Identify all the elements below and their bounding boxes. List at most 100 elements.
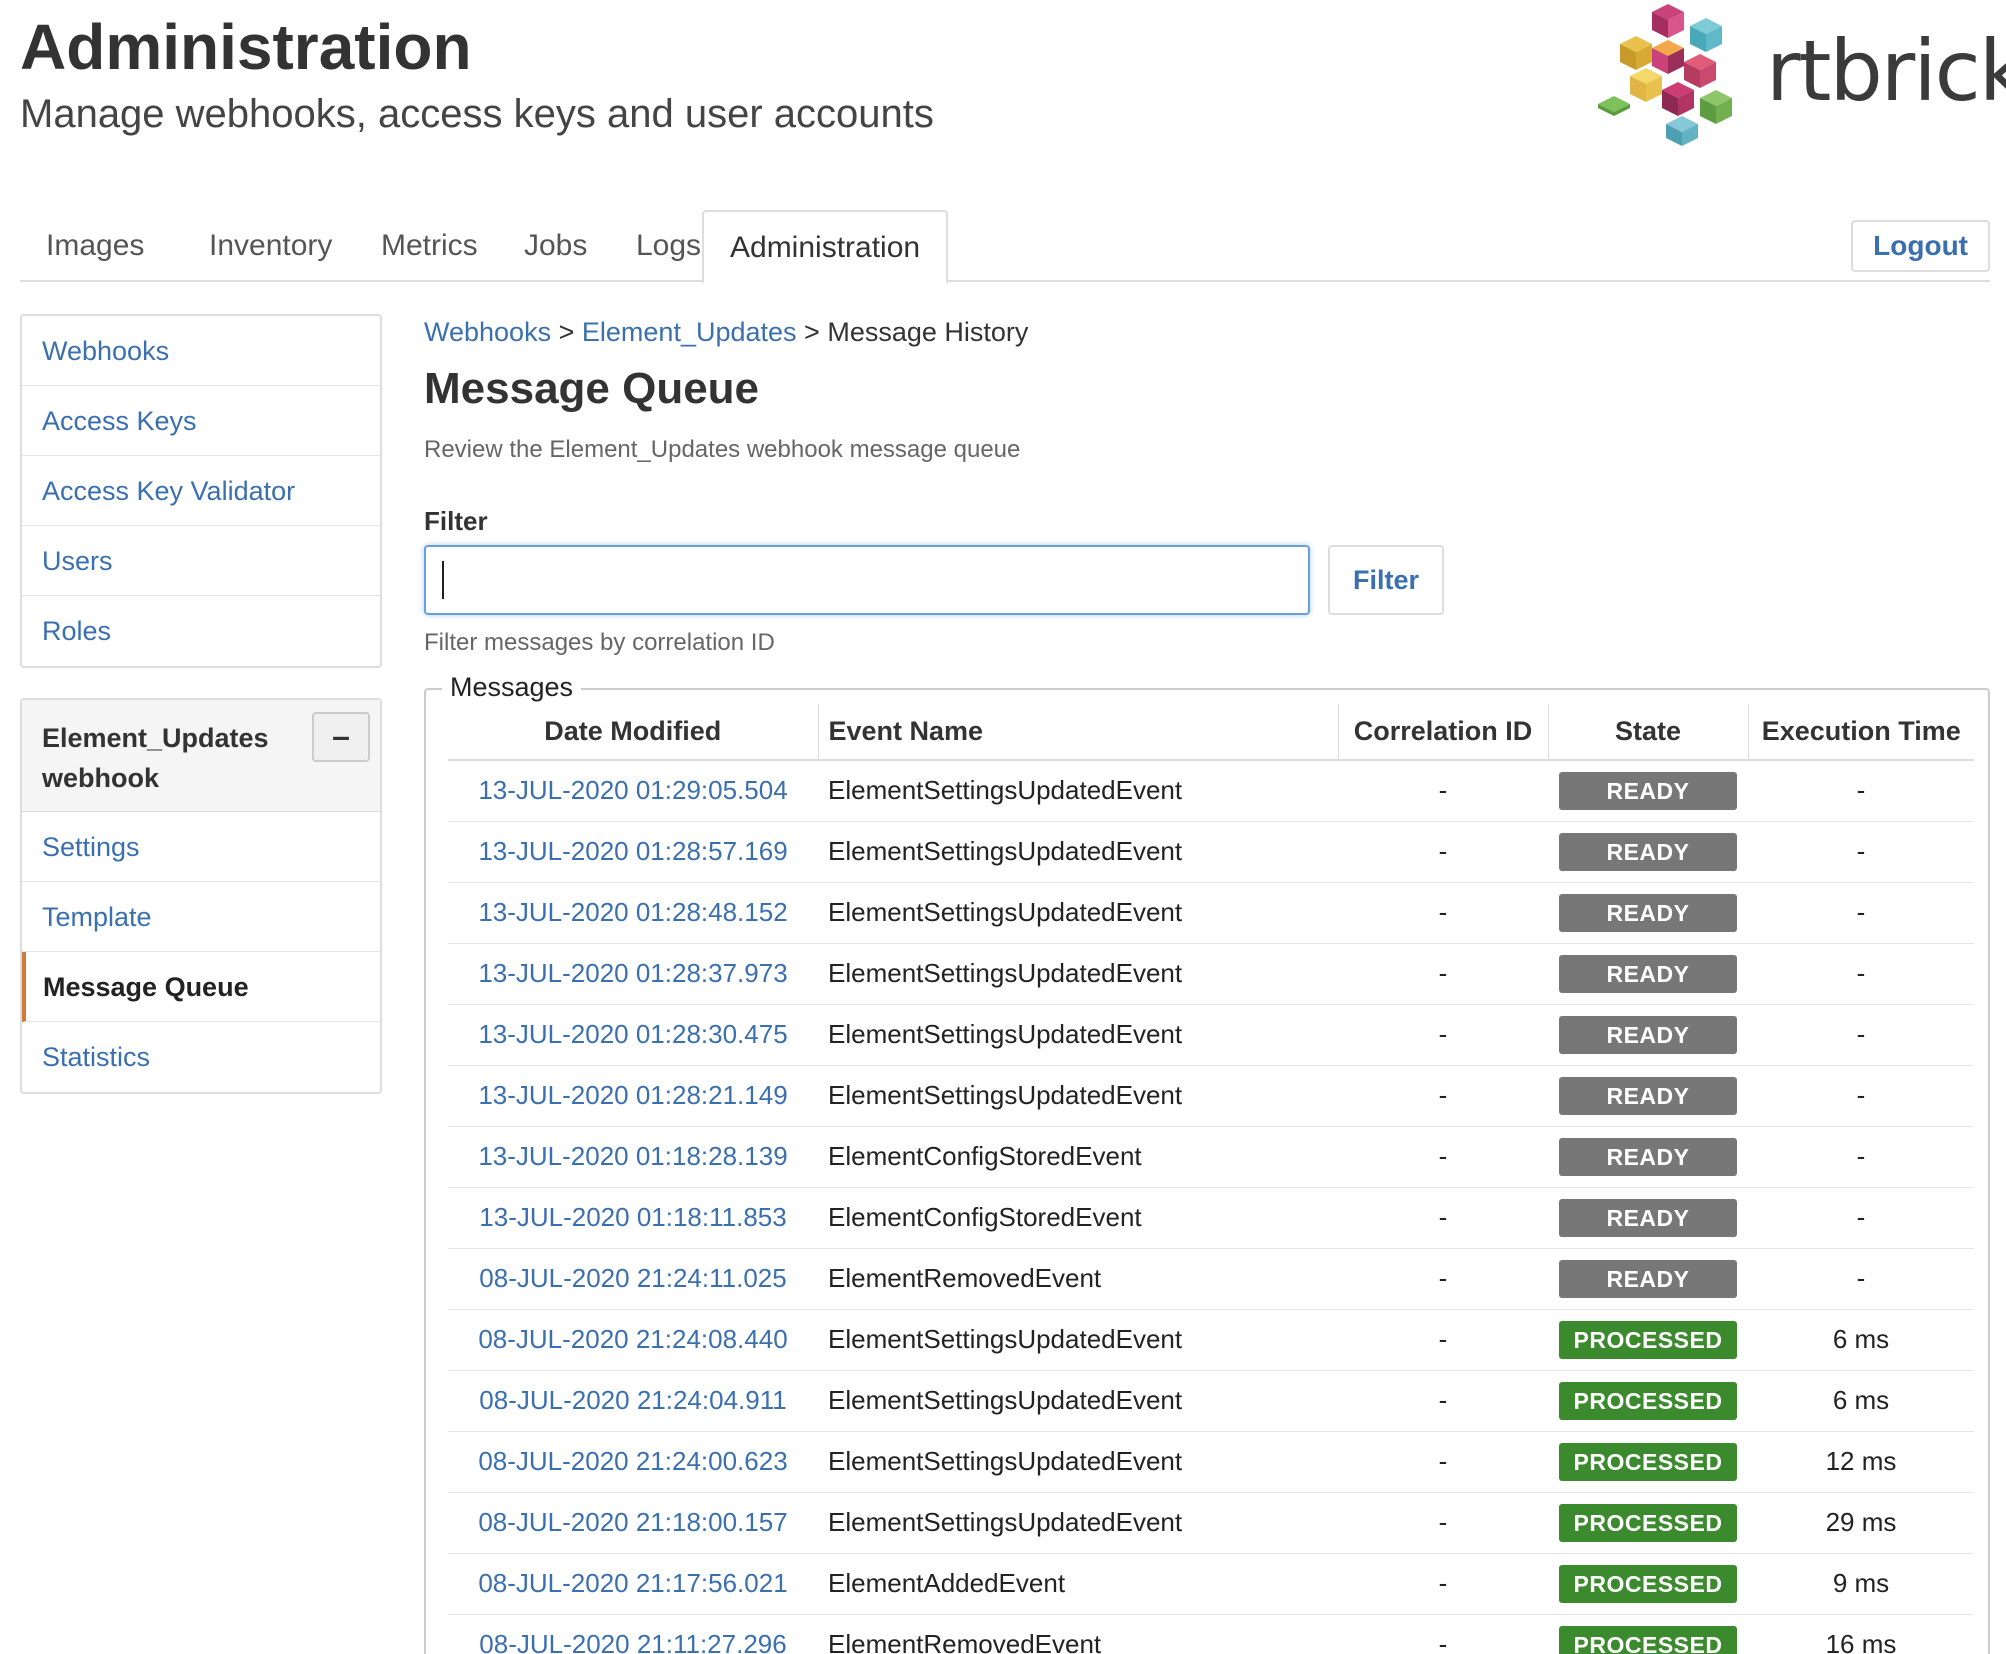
message-execution-time: - <box>1748 1187 1974 1249</box>
message-event-name: ElementConfigStoredEvent <box>818 1187 1338 1249</box>
page-description: Review the Element_Updates webhook messa… <box>424 436 1021 463</box>
column-header-state: State <box>1547 704 1748 761</box>
message-execution-time: - <box>1748 1248 1974 1310</box>
sidebar-item-message-queue[interactable]: Message Queue <box>22 952 380 1022</box>
state-badge: READY <box>1559 1015 1737 1054</box>
sidebar-item-users[interactable]: Users <box>22 526 380 596</box>
tab-administration[interactable]: Administration <box>702 210 949 284</box>
table-row: 08-JUL-2020 21:11:27.296 ElementRemovedEv… <box>448 1614 1974 1654</box>
message-date-link[interactable]: 08-JUL-2020 21:17:56.021 <box>448 1553 818 1615</box>
tab-metrics[interactable]: Metrics <box>355 210 504 282</box>
state-badge: READY <box>1559 1198 1737 1237</box>
main-content: Webhooks > Element_Updates > Message His… <box>424 314 1990 657</box>
table-row: 13-JUL-2020 01:28:21.149 ElementSettingsU… <box>448 1065 1974 1127</box>
message-execution-time: 16 ms <box>1748 1614 1974 1654</box>
message-date-link[interactable]: 13-JUL-2020 01:28:37.973 <box>448 943 818 1005</box>
message-date-link[interactable]: 08-JUL-2020 21:24:11.025 <box>448 1248 818 1310</box>
message-event-name: ElementRemovedEvent <box>818 1614 1338 1654</box>
sidebar-item-settings[interactable]: Settings <box>22 812 380 882</box>
message-date-link[interactable]: 08-JUL-2020 21:11:27.296 <box>448 1614 818 1654</box>
messages-legend: Messages <box>442 672 582 703</box>
table-row: 08-JUL-2020 21:24:04.911 ElementSettingsU… <box>448 1370 1974 1432</box>
message-date-link[interactable]: 13-JUL-2020 01:18:11.853 <box>448 1187 818 1249</box>
table-row: 13-JUL-2020 01:18:11.853 ElementConfigSto… <box>448 1187 1974 1249</box>
table-row: 08-JUL-2020 21:24:00.623 ElementSettingsU… <box>448 1431 1974 1493</box>
table-row: 08-JUL-2020 21:24:11.025 ElementRemovedEv… <box>448 1248 1974 1310</box>
webhook-sidebar: Element_Updates webhook – Settings Templ… <box>20 698 382 1094</box>
text-cursor <box>442 561 444 599</box>
messages-table: Date Modified Event Name Correlation ID … <box>448 704 1974 1654</box>
message-state-cell: READY <box>1548 882 1748 944</box>
table-row: 13-JUL-2020 01:18:28.139 ElementConfigSto… <box>448 1126 1974 1188</box>
rtbrick-logo-text: rtbrick <box>1766 22 2006 120</box>
breadcrumb-current: Message History <box>827 317 1029 347</box>
message-correlation-id: - <box>1338 1187 1548 1249</box>
message-event-name: ElementSettingsUpdatedEvent <box>818 1492 1338 1554</box>
message-event-name: ElementSettingsUpdatedEvent <box>818 943 1338 1005</box>
message-date-link[interactable]: 13-JUL-2020 01:28:21.149 <box>448 1065 818 1127</box>
page-header-title: Administration <box>20 11 472 83</box>
message-state-cell: READY <box>1548 943 1748 1005</box>
message-execution-time: - <box>1748 1126 1974 1188</box>
filter-row: Filter <box>424 545 1990 615</box>
state-badge: PROCESSED <box>1559 1320 1737 1359</box>
sidebar-item-roles[interactable]: Roles <box>22 596 380 666</box>
table-row: 13-JUL-2020 01:28:48.152 ElementSettingsU… <box>448 882 1974 944</box>
message-execution-time: 6 ms <box>1748 1309 1974 1371</box>
sidebar-item-access-key-validator[interactable]: Access Key Validator <box>22 456 380 526</box>
column-header-event: Event Name <box>817 704 1338 761</box>
message-event-name: ElementSettingsUpdatedEvent <box>818 1004 1338 1066</box>
message-event-name: ElementRemovedEvent <box>818 1248 1338 1310</box>
message-date-link[interactable]: 08-JUL-2020 21:24:08.440 <box>448 1309 818 1371</box>
message-state-cell: PROCESSED <box>1548 1614 1748 1654</box>
sidebar-item-webhooks[interactable]: Webhooks <box>22 316 380 386</box>
sidebar-item-access-keys[interactable]: Access Keys <box>22 386 380 456</box>
tab-images[interactable]: Images <box>20 210 170 282</box>
message-event-name: ElementConfigStoredEvent <box>818 1126 1338 1188</box>
message-correlation-id: - <box>1338 882 1548 944</box>
message-date-link[interactable]: 08-JUL-2020 21:24:04.911 <box>448 1370 818 1432</box>
message-correlation-id: - <box>1338 1370 1548 1432</box>
admin-sidebar: Webhooks Access Keys Access Key Validato… <box>20 314 382 668</box>
tab-inventory[interactable]: Inventory <box>183 210 358 282</box>
state-badge: READY <box>1559 771 1737 810</box>
tab-jobs[interactable]: Jobs <box>498 210 613 282</box>
table-row: 08-JUL-2020 21:18:00.157 ElementSettingsU… <box>448 1492 1974 1554</box>
message-date-link[interactable]: 13-JUL-2020 01:28:57.169 <box>448 821 818 883</box>
rtbrick-logo-mark <box>1598 4 1732 146</box>
message-correlation-id: - <box>1338 943 1548 1005</box>
message-date-link[interactable]: 13-JUL-2020 01:29:05.504 <box>448 760 818 822</box>
table-row: 13-JUL-2020 01:29:05.504 ElementSettingsU… <box>448 760 1974 822</box>
message-state-cell: READY <box>1548 1187 1748 1249</box>
message-execution-time: 12 ms <box>1748 1431 1974 1493</box>
sidebar-item-template[interactable]: Template <box>22 882 380 952</box>
message-state-cell: READY <box>1548 1004 1748 1066</box>
logout-button[interactable]: Logout <box>1851 220 1990 272</box>
filter-input[interactable] <box>424 545 1310 615</box>
collapse-button[interactable]: – <box>312 712 370 762</box>
sidebar-item-statistics[interactable]: Statistics <box>22 1022 380 1092</box>
message-date-link[interactable]: 08-JUL-2020 21:24:00.623 <box>448 1431 818 1493</box>
message-state-cell: READY <box>1548 1126 1748 1188</box>
message-correlation-id: - <box>1338 1126 1548 1188</box>
page-title: Message Queue <box>424 364 760 413</box>
message-date-link[interactable]: 13-JUL-2020 01:28:30.475 <box>448 1004 818 1066</box>
message-date-link[interactable]: 13-JUL-2020 01:18:28.139 <box>448 1126 818 1188</box>
message-execution-time: - <box>1748 760 1974 822</box>
message-date-link[interactable]: 13-JUL-2020 01:28:48.152 <box>448 882 818 944</box>
message-event-name: ElementAddedEvent <box>818 1553 1338 1615</box>
breadcrumb-webhook-link[interactable]: Element_Updates <box>582 317 797 347</box>
message-execution-time: 6 ms <box>1748 1370 1974 1432</box>
page-header-subtitle: Manage webhooks, access keys and user ac… <box>20 92 934 136</box>
state-badge: READY <box>1559 1259 1737 1298</box>
message-execution-time: 9 ms <box>1748 1553 1974 1615</box>
message-execution-time: 29 ms <box>1748 1492 1974 1554</box>
state-badge: READY <box>1559 1137 1737 1176</box>
breadcrumb-webhooks-link[interactable]: Webhooks <box>424 317 551 347</box>
message-correlation-id: - <box>1338 1492 1548 1554</box>
filter-button[interactable]: Filter <box>1328 545 1444 615</box>
message-correlation-id: - <box>1338 1065 1548 1127</box>
message-execution-time: - <box>1748 943 1974 1005</box>
message-event-name: ElementSettingsUpdatedEvent <box>818 1431 1338 1493</box>
message-date-link[interactable]: 08-JUL-2020 21:18:00.157 <box>448 1492 818 1554</box>
